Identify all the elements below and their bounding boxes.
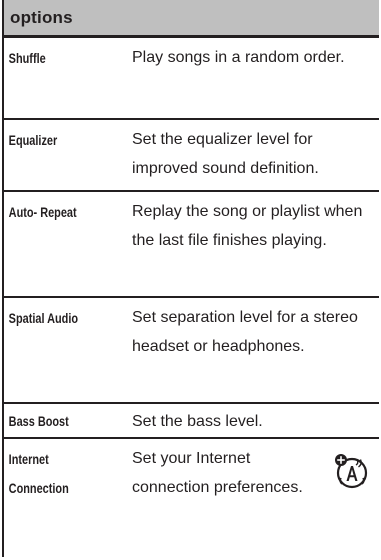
table-row-equalizer: Equalizer Set the equalizer level for im… [4, 120, 379, 192]
options-table: options Shuffle Play songs in a random o… [2, 0, 379, 557]
table-row-spatial-audio: Spatial Audio Set separation level for a… [4, 298, 379, 404]
table-row-bass-boost: Bass Boost Set the bass level. [4, 404, 379, 439]
option-name: Auto- Repeat [8, 204, 77, 220]
option-name: Internet Connection [8, 451, 69, 496]
option-description: Set the equalizer level for improved sou… [132, 131, 319, 177]
header-title: options [10, 7, 73, 27]
option-description: Replay the song or playlist when the las… [132, 203, 363, 249]
network-accessory-icon [335, 454, 368, 489]
option-description: Set separation level for a stereo headse… [132, 309, 358, 355]
option-name: Spatial Audio [8, 310, 79, 326]
option-name: Shuffle [8, 50, 46, 66]
option-name: Equalizer [8, 132, 58, 148]
option-description: Set the bass level. [132, 413, 263, 430]
table-header: options [4, 0, 379, 38]
option-name: Bass Boost [8, 413, 69, 429]
table-row-auto-repeat: Auto- Repeat Replay the song or playlist… [4, 192, 379, 298]
table-row-shuffle: Shuffle Play songs in a random order. [4, 38, 379, 120]
option-description: Play songs in a random order. [132, 49, 345, 66]
table-row-internet-connection: Internet Connection Set your Internet co… [4, 439, 379, 557]
